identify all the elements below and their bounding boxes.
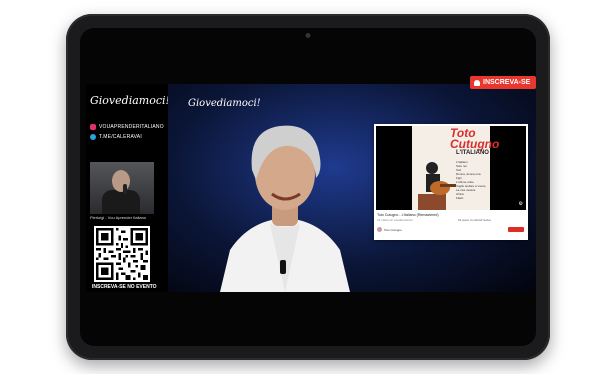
bell-icon: [474, 79, 480, 86]
instagram-link[interactable]: VOUAPRENDERITALIANO: [90, 124, 164, 130]
subscribe-button[interactable]: INSCREVA-SE: [470, 76, 536, 89]
microphone-icon: [123, 184, 127, 194]
album-artist: Toto Cutugno: [450, 126, 500, 151]
telegram-link[interactable]: T.ME/CALERAVAI: [90, 134, 142, 140]
singer-photo: [220, 125, 350, 292]
guitarist-illustration: [418, 162, 456, 210]
telegram-handle: T.ME/CALERAVAI: [99, 134, 142, 140]
webcam-label: Pierluigi - Vou Aprender Italiano: [90, 215, 147, 220]
video-title[interactable]: Toto Cutugno - L'italiano (Remastered): [377, 213, 439, 217]
instagram-handle: VOUAPRENDERITALIANO: [99, 124, 164, 130]
front-camera: [305, 33, 311, 38]
album-cover: Toto Cutugno L'ITALIANO L'italiano Solo …: [412, 126, 499, 210]
album-title: L'ITALIANO: [456, 150, 489, 156]
instagram-icon: [90, 124, 96, 130]
telegram-icon: [90, 134, 96, 140]
stream-screen: Giovediamoci! VOUAPRENDERITALIANO T.ME/C…: [86, 76, 536, 292]
video-subscribe-button[interactable]: [508, 227, 524, 232]
settings-icon[interactable]: ⚙: [519, 201, 523, 207]
qr-code-icon: [96, 228, 148, 280]
brand-logo: Giovediamoci!: [90, 94, 170, 107]
webcam-person-body: [102, 190, 140, 214]
video-frame[interactable]: Toto Cutugno L'ITALIANO L'italiano Solo …: [376, 126, 526, 210]
tablet-frame: Giovediamoci! VOUAPRENDERITALIANO T.ME/C…: [66, 14, 550, 360]
tablet-screen: Giovediamoci! VOUAPRENDERITALIANO T.ME/C…: [80, 28, 536, 346]
video-actions[interactable]: Mi piace Condividi Salva: [458, 218, 491, 222]
subscribe-label: INSCREVA-SE: [483, 79, 531, 86]
video-meta: 19 milioni di visualizzazioni: [377, 218, 413, 222]
video-player[interactable]: Toto Cutugno L'ITALIANO L'italiano Solo …: [374, 124, 528, 240]
stage-area: Giovediamoci! Toto Cutugno L'ITALIANO L'…: [168, 84, 536, 292]
channel-avatar[interactable]: [377, 227, 382, 232]
track: Flash: [456, 196, 464, 200]
webcam-feed: [90, 162, 154, 214]
webcam-person-head: [112, 170, 130, 192]
stream-sidebar: Giovediamoci! VOUAPRENDERITALIANO T.ME/C…: [86, 84, 170, 292]
album-tracklist: L'italiano Solo noi Soli Donna, donna mi…: [456, 160, 486, 200]
qr-label: INSCREVA-SE NO EVENTO: [92, 284, 157, 290]
qr-code[interactable]: [94, 226, 150, 282]
channel-name[interactable]: Toto Cutugno: [384, 228, 402, 232]
